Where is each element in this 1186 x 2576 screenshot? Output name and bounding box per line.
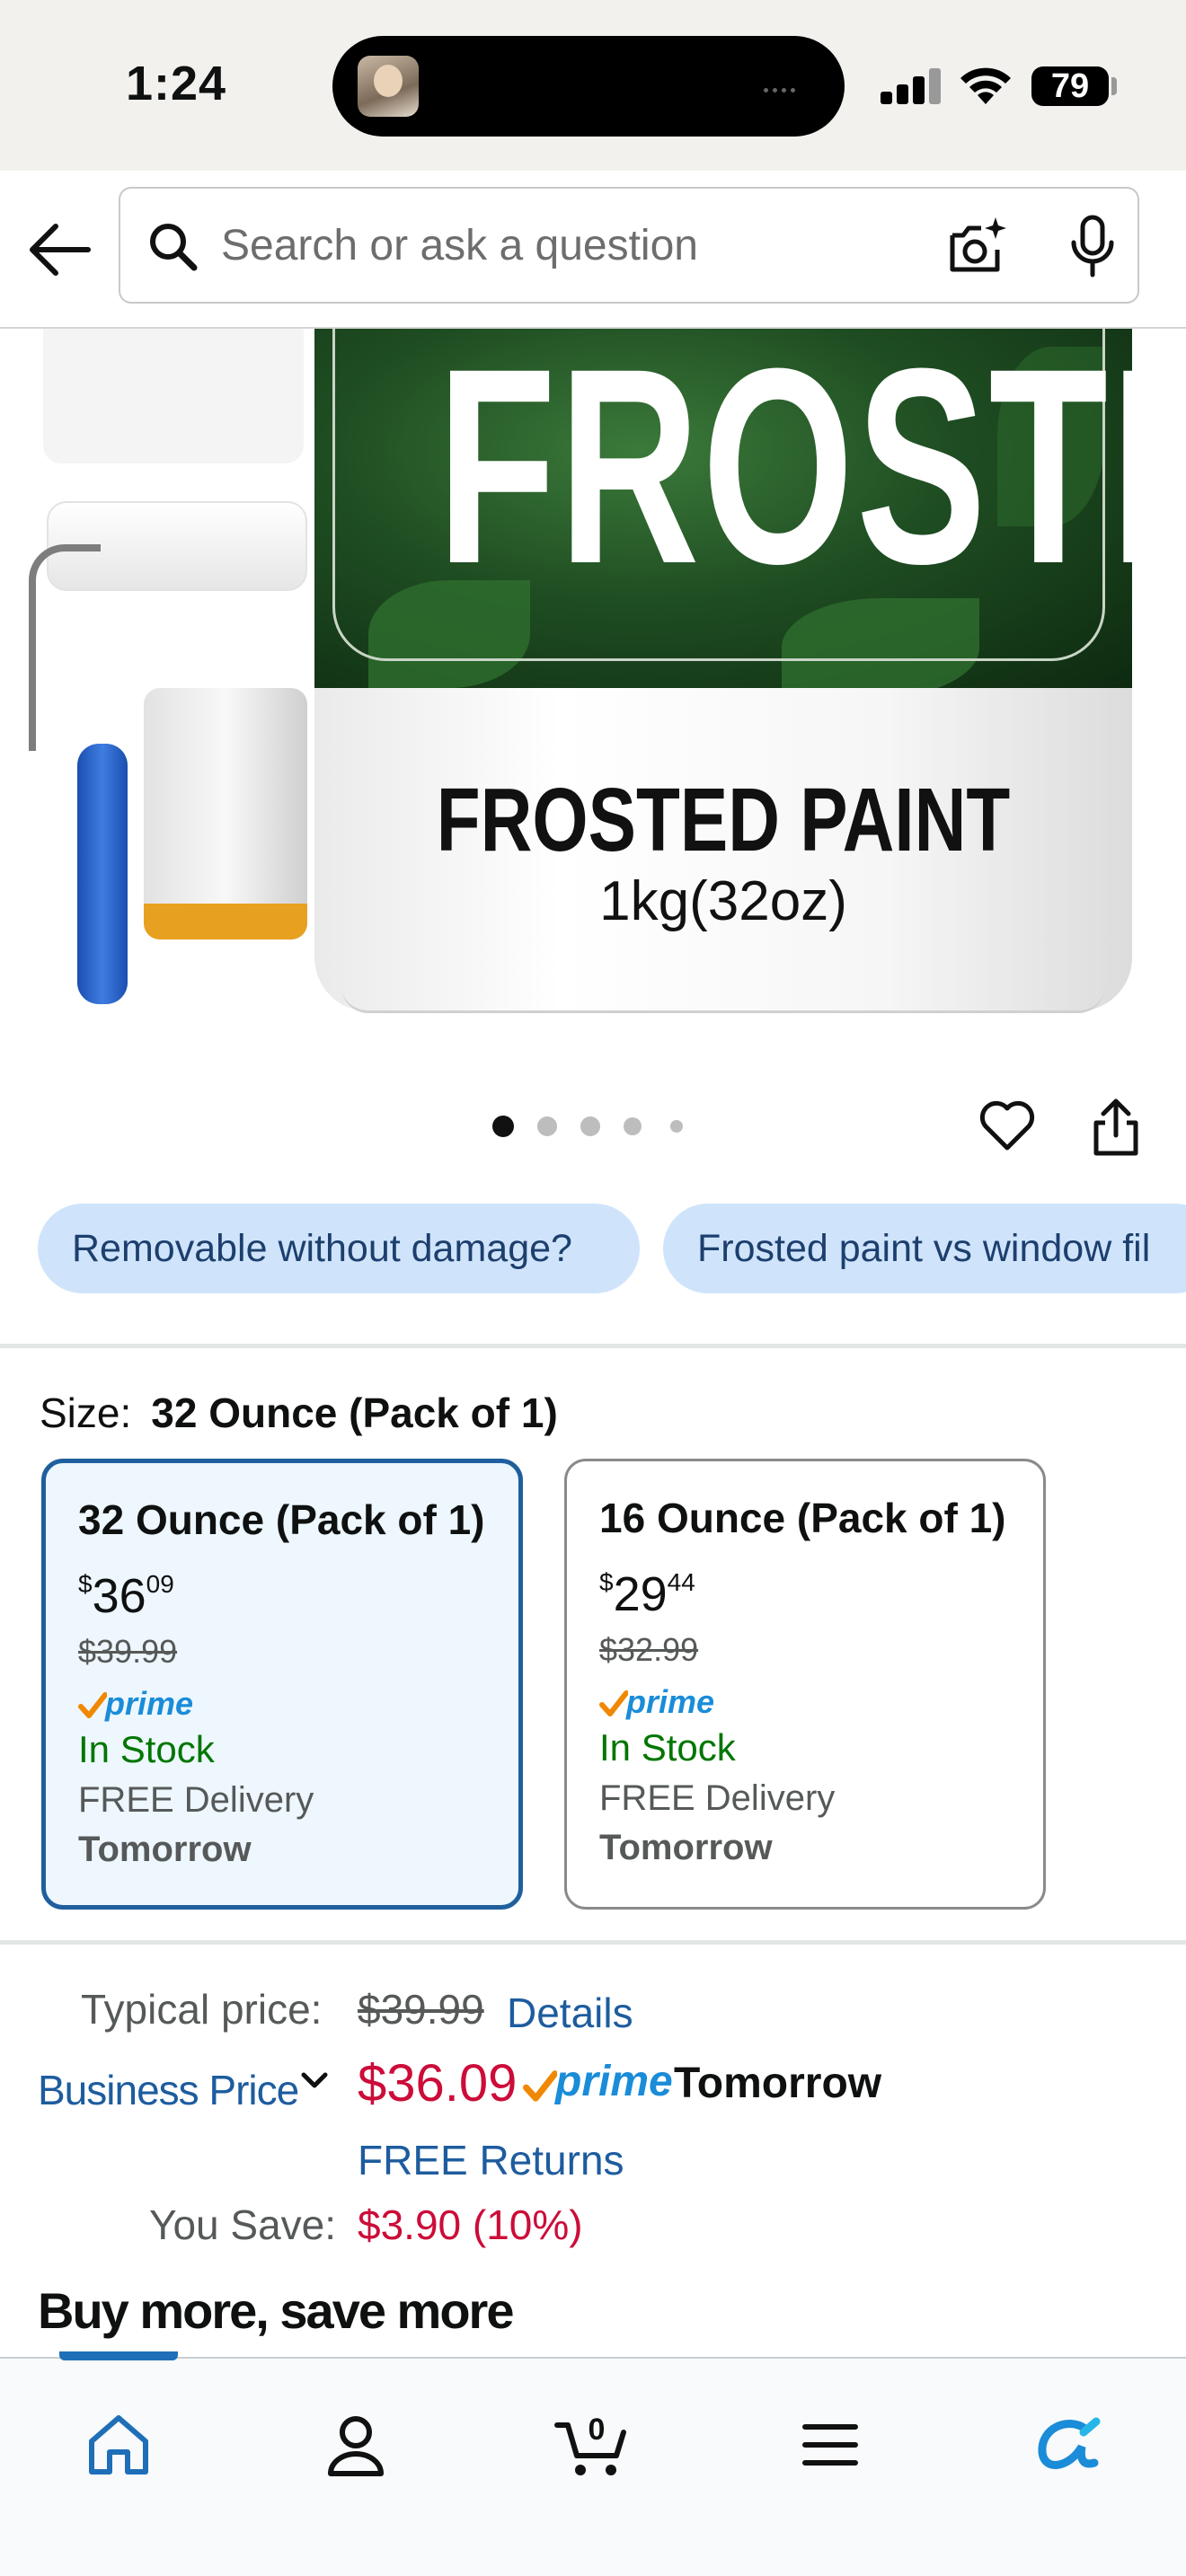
stock-status: In Stock (78, 1728, 215, 1770)
price-dollars: 29 (613, 1567, 668, 1621)
price-cents: 44 (667, 1568, 695, 1596)
you-save-label: You Save: (149, 2201, 337, 2248)
stock-status: In Stock (599, 1726, 736, 1769)
price-cents: 09 (146, 1570, 174, 1598)
delivery-text: FREE Delivery (599, 1778, 836, 1818)
cellular-signal-icon (881, 65, 943, 104)
carousel-dot[interactable] (624, 1117, 642, 1135)
delivery-date: Tomorrow (78, 1830, 252, 1869)
rufus-icon[interactable] (1030, 2409, 1111, 2481)
microphone-icon[interactable] (1066, 214, 1120, 280)
can-product-name: FROSTED PAINT (436, 770, 1011, 870)
typical-price-label: Typical price: (81, 1986, 323, 2033)
can-brand-text: FROSTED (437, 329, 1133, 622)
battery-level: 79 (1031, 66, 1109, 106)
share-icon[interactable] (1089, 1098, 1143, 1157)
details-link[interactable]: Details (507, 1989, 633, 2037)
status-time: 1:24 (126, 57, 227, 110)
can-weight: 1kg(32oz) (599, 870, 847, 932)
size-label-row: Size: 32 Ounce (Pack of 1) (40, 1389, 558, 1437)
search-input[interactable] (221, 214, 994, 277)
buy-more-heading: Buy more, save more (38, 2282, 514, 2339)
home-icon[interactable] (83, 2409, 155, 2481)
size-option-price: $2944 (599, 1567, 695, 1621)
can-label: FROSTED (314, 329, 1132, 688)
carousel-dot[interactable] (492, 1116, 514, 1137)
search-icon (150, 224, 198, 271)
camera-search-icon[interactable] (945, 216, 1008, 278)
typical-price-value: $39.99 (358, 1986, 484, 2033)
product-image[interactable]: FROSTED FROSTED PAINT 1kg(32oz) (0, 329, 1186, 1038)
dynamic-island (332, 36, 845, 137)
roller-frame-image (29, 544, 101, 751)
section-divider (0, 1940, 1186, 1945)
search-bar[interactable] (119, 187, 1139, 304)
question-chip[interactable]: Removable without damage? (38, 1204, 640, 1293)
chevron-down-icon[interactable] (296, 2062, 332, 2098)
selected-size: 32 Ounce (Pack of 1) (151, 1389, 558, 1436)
size-label: Size: (40, 1389, 132, 1436)
account-icon[interactable] (320, 2409, 392, 2481)
size-option-list-price: $32.99 (599, 1631, 699, 1668)
paint-can-image: FROSTED FROSTED PAINT 1kg(32oz) (314, 329, 1132, 1038)
delivery-date: Tomorrow (599, 1828, 773, 1867)
prime-label: prime (626, 1683, 715, 1720)
carousel-dot[interactable] (537, 1116, 557, 1136)
size-option-price: $3609 (78, 1569, 174, 1623)
menu-icon[interactable] (794, 2409, 866, 2481)
cart-icon[interactable]: 0 (553, 2409, 631, 2481)
prime-label: prime (105, 1685, 194, 1722)
waveform-icon (764, 81, 818, 93)
size-option-list-price: $39.99 (78, 1633, 178, 1670)
size-option-title: 32 Ounce (Pack of 1) (78, 1496, 485, 1543)
masking-film-image (144, 688, 307, 940)
can-body: FROSTED PAINT 1kg(32oz) (314, 688, 1132, 1011)
prime-check-icon (523, 2070, 557, 2102)
back-arrow-icon[interactable] (25, 216, 93, 284)
free-returns-link[interactable]: FREE Returns (358, 2136, 624, 2184)
question-chip[interactable]: Frosted paint vs window fil (663, 1204, 1186, 1293)
prime-label: prime (555, 2058, 673, 2105)
size-option-title: 16 Ounce (Pack of 1) (599, 1495, 1006, 1541)
you-save-value: $3.90 (10%) (358, 2201, 583, 2248)
nav-active-indicator (59, 2351, 178, 2360)
can-rim (341, 986, 1105, 1013)
now-playing-avatar (358, 56, 419, 117)
heart-icon[interactable] (978, 1098, 1037, 1153)
business-price-link[interactable]: Business Price (38, 2066, 299, 2114)
status-bar: 1:24 79 (0, 0, 1186, 171)
battery-tip (1111, 77, 1117, 95)
prime-check-icon (78, 1692, 107, 1718)
prime-badge: prime (78, 1685, 518, 1723)
size-option-16oz[interactable]: 16 Ounce (Pack of 1) $2944 $32.99 prime … (564, 1459, 1046, 1910)
delivery-date: Tomorrow (674, 2060, 882, 2107)
buybox-price: $36.09 (358, 2054, 518, 2113)
wifi-icon (960, 67, 1011, 104)
size-option-32oz[interactable]: 32 Ounce (Pack of 1) $3609 $39.99 prime … (41, 1459, 523, 1910)
price-dollars: 36 (92, 1569, 146, 1623)
section-divider (0, 1344, 1186, 1348)
roller-handle-image (77, 744, 128, 1004)
prime-badge: prime (599, 1683, 1043, 1721)
prime-check-icon (599, 1690, 628, 1716)
delivery-text: FREE Delivery (78, 1780, 314, 1820)
carousel-dot[interactable] (580, 1116, 600, 1136)
bottom-nav: 0 (0, 2351, 1186, 2576)
gloves-image (43, 329, 304, 463)
carousel-dot[interactable] (670, 1120, 683, 1133)
cart-count: 0 (589, 2413, 606, 2447)
